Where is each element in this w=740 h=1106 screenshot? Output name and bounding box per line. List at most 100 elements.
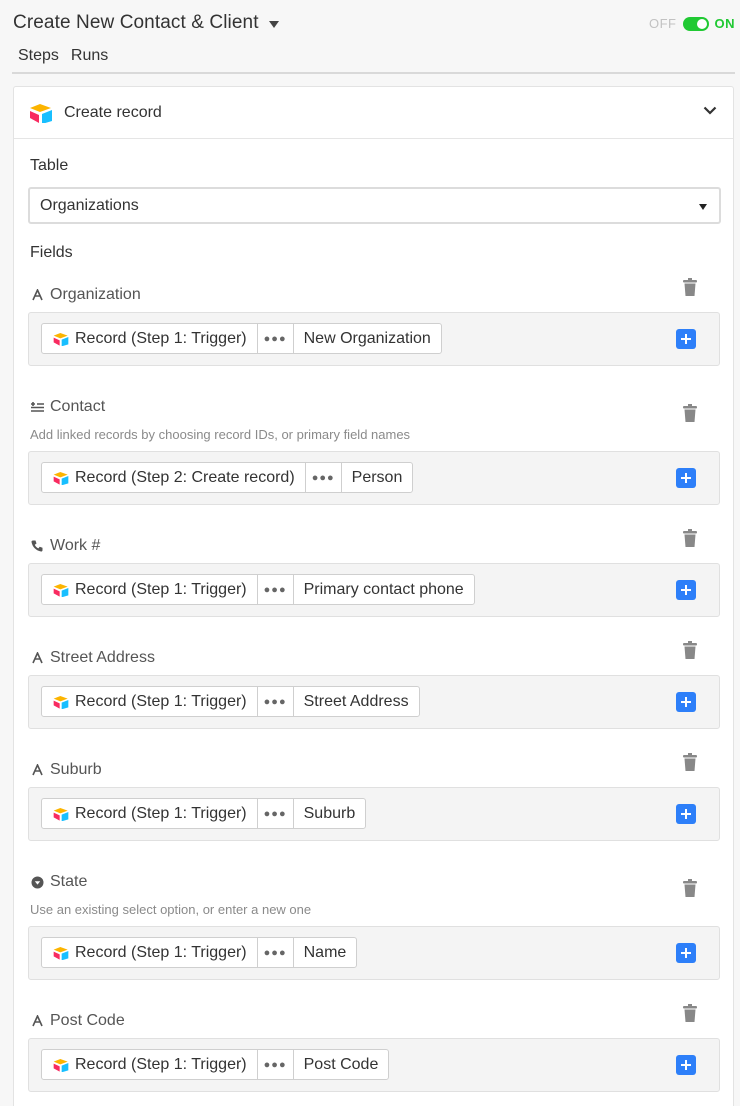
- more-icon[interactable]: ●●●: [256, 1050, 294, 1079]
- field-label: Suburb: [50, 761, 102, 778]
- more-icon[interactable]: ●●●: [256, 324, 294, 353]
- create-record-step-card: Create record Table Organizations Fields…: [13, 86, 734, 1106]
- trash-icon[interactable]: [683, 404, 697, 422]
- trash-icon[interactable]: [683, 753, 697, 771]
- token-source-label: Record (Step 1: Trigger): [75, 692, 247, 710]
- field-name-post-code: Post Code: [30, 1012, 125, 1030]
- field-label: State: [50, 873, 88, 890]
- token-value: Post Code: [303, 1055, 379, 1073]
- field-token[interactable]: Record (Step 1: Trigger) ●●● Name: [41, 937, 358, 968]
- token-source: Record (Step 1: Trigger): [42, 324, 257, 353]
- tab-bar: Steps Runs: [12, 46, 114, 74]
- airtable-logo-icon: [53, 695, 69, 709]
- token-source-label: Record (Step 1: Trigger): [75, 580, 247, 598]
- airtable-logo-icon: [53, 807, 69, 821]
- text-icon: [30, 763, 44, 777]
- token-value: New Organization: [303, 329, 431, 347]
- text-icon: [30, 1014, 44, 1028]
- field-token[interactable]: Record (Step 1: Trigger) ●●● Street Addr…: [41, 686, 420, 717]
- token-source: Record (Step 1: Trigger): [42, 938, 257, 967]
- toggle-switch[interactable]: [682, 16, 709, 31]
- field-name-work-number: Work #: [30, 537, 100, 555]
- step-title: Create record: [64, 104, 162, 121]
- token-value: Name: [303, 943, 347, 961]
- field-value-box[interactable]: Record (Step 1: Trigger) ●●● Suburb: [28, 787, 720, 841]
- add-icon[interactable]: [676, 804, 696, 824]
- field-name-street-address: Street Address: [30, 649, 155, 667]
- field-value-box[interactable]: Record (Step 1: Trigger) ●●● Street Addr…: [28, 675, 720, 729]
- trash-icon[interactable]: [683, 278, 697, 296]
- more-icon[interactable]: ●●●: [256, 799, 294, 828]
- link-icon: [30, 400, 44, 414]
- automation-title[interactable]: Create New Contact & Client: [13, 12, 279, 34]
- field-label: Work #: [50, 537, 101, 554]
- airtable-logo-icon: [53, 332, 69, 346]
- fields-label: Fields: [30, 244, 73, 261]
- field-name-suburb: Suburb: [30, 761, 102, 779]
- table-select[interactable]: Organizations: [28, 187, 721, 224]
- field-label: Contact: [50, 398, 106, 415]
- airtable-logo-icon: [53, 946, 69, 960]
- toggle-on-label: ON: [714, 16, 735, 31]
- trash-icon[interactable]: [683, 879, 697, 897]
- toggle-off-label: OFF: [649, 16, 677, 31]
- token-source-label: Record (Step 1: Trigger): [75, 943, 247, 961]
- token-source-label: Record (Step 1: Trigger): [75, 804, 247, 822]
- field-value-box[interactable]: Record (Step 1: Trigger) ●●● Post Code: [28, 1038, 720, 1092]
- token-value: Primary contact phone: [303, 580, 464, 598]
- token-value: Suburb: [303, 804, 356, 822]
- more-icon[interactable]: ●●●: [256, 938, 294, 967]
- field-label: Post Code: [50, 1012, 125, 1029]
- token-source: Record (Step 1: Trigger): [42, 799, 257, 828]
- trash-icon[interactable]: [683, 529, 697, 547]
- add-icon[interactable]: [676, 580, 696, 600]
- add-icon[interactable]: [676, 692, 696, 712]
- chevron-down-icon[interactable]: [703, 106, 717, 115]
- caret-down-icon[interactable]: [268, 20, 279, 28]
- text-icon: [30, 651, 44, 665]
- airtable-logo-icon: [53, 1058, 69, 1072]
- more-icon[interactable]: ●●●: [304, 463, 342, 492]
- more-icon[interactable]: ●●●: [256, 687, 294, 716]
- more-icon[interactable]: ●●●: [256, 575, 294, 604]
- phone-icon: [30, 539, 44, 553]
- trash-icon[interactable]: [683, 641, 697, 659]
- airtable-logo-icon: [53, 583, 69, 597]
- tab-steps[interactable]: Steps: [12, 46, 65, 74]
- field-name-contact: Contact: [30, 398, 105, 416]
- field-name-state: State: [30, 873, 87, 891]
- automation-title-text: Create New Contact & Client: [13, 12, 259, 33]
- automation-toggle[interactable]: OFF ON: [649, 16, 735, 31]
- tab-runs[interactable]: Runs: [65, 46, 114, 74]
- add-icon[interactable]: [676, 329, 696, 349]
- token-source-label: Record (Step 1: Trigger): [75, 1055, 247, 1073]
- select-icon: [30, 875, 44, 889]
- trash-icon[interactable]: [683, 1004, 697, 1022]
- token-source: Record (Step 2: Create record): [42, 463, 305, 492]
- caret-down-icon: [699, 204, 707, 210]
- automation-header: Create New Contact & Client OFF ON Steps…: [0, 0, 740, 74]
- field-token[interactable]: Record (Step 1: Trigger) ●●● Suburb: [41, 798, 367, 829]
- field-value-box[interactable]: Record (Step 1: Trigger) ●●● Name: [28, 926, 720, 980]
- table-select-value: Organizations: [40, 197, 139, 214]
- field-token[interactable]: Record (Step 1: Trigger) ●●● New Organiz…: [41, 323, 442, 354]
- field-label: Street Address: [50, 649, 155, 666]
- token-source-label: Record (Step 2: Create record): [75, 468, 295, 486]
- token-value: Street Address: [303, 692, 409, 710]
- token-value: Person: [351, 468, 403, 486]
- step-header[interactable]: Create record: [14, 87, 733, 139]
- field-token[interactable]: Record (Step 2: Create record) ●●● Perso…: [41, 462, 414, 493]
- field-value-box[interactable]: Record (Step 2: Create record) ●●● Perso…: [28, 451, 720, 505]
- token-source: Record (Step 1: Trigger): [42, 687, 257, 716]
- add-icon[interactable]: [676, 468, 696, 488]
- field-value-box[interactable]: Record (Step 1: Trigger) ●●● Primary con…: [28, 563, 720, 617]
- field-help-text: Add linked records by choosing record ID…: [30, 427, 411, 442]
- token-source: Record (Step 1: Trigger): [42, 575, 257, 604]
- field-token[interactable]: Record (Step 1: Trigger) ●●● Primary con…: [41, 574, 475, 605]
- token-source-label: Record (Step 1: Trigger): [75, 329, 247, 347]
- airtable-logo-icon: [30, 104, 52, 123]
- add-icon[interactable]: [676, 1055, 696, 1075]
- add-icon[interactable]: [676, 943, 696, 963]
- field-value-box[interactable]: Record (Step 1: Trigger) ●●● New Organiz…: [28, 312, 720, 366]
- field-token[interactable]: Record (Step 1: Trigger) ●●● Post Code: [41, 1049, 390, 1080]
